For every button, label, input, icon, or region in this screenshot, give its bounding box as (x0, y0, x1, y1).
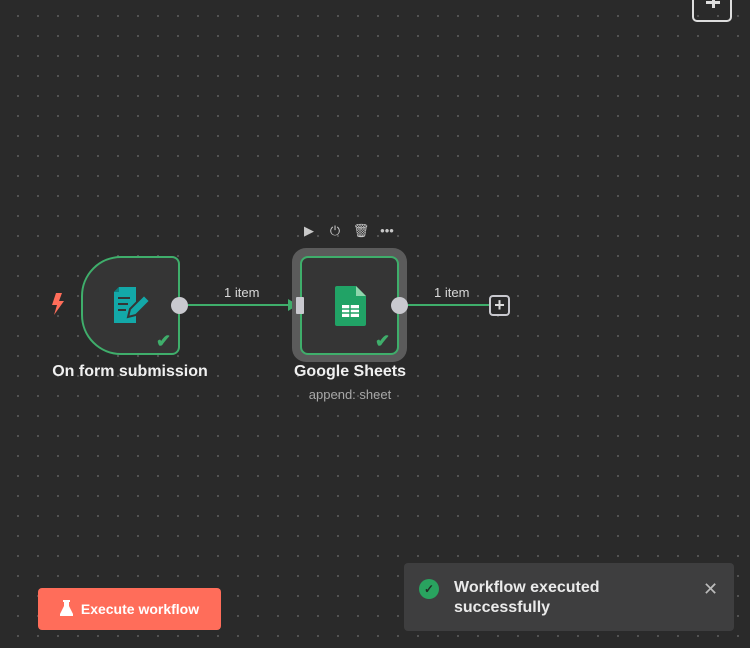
node-label: Google Sheets (293, 363, 407, 380)
add-next-node-button[interactable]: + (489, 295, 510, 316)
close-icon[interactable]: ✕ (703, 579, 718, 600)
more-icon[interactable]: ••• (374, 223, 400, 238)
form-edit-icon (114, 287, 152, 328)
execute-workflow-button[interactable]: Execute workflow (38, 588, 221, 630)
node-on-form-submission[interactable]: ✔ (81, 256, 180, 355)
input-handle[interactable] (296, 297, 304, 314)
lightning-icon (50, 292, 66, 321)
toast-notification: ✓ Workflow executed successfully ✕ (404, 563, 734, 631)
google-sheets-icon (335, 286, 366, 331)
success-circle-icon: ✓ (419, 579, 439, 599)
edge-label: 1 item (434, 285, 470, 300)
toast-message: Workflow executed successfully (454, 579, 600, 616)
output-handle[interactable] (391, 297, 408, 314)
node-label: On form submission (52, 363, 208, 380)
flask-icon (59, 599, 73, 619)
success-check-icon: ✔ (156, 331, 172, 351)
success-check-icon: ✔ (375, 331, 391, 351)
output-handle[interactable] (171, 297, 188, 314)
edge-label: 1 item (224, 285, 260, 300)
play-icon[interactable]: ▶ (296, 223, 322, 239)
node-toolbar: ▶ ⏻ 🗑 ••• (296, 222, 400, 240)
power-icon[interactable]: ⏻ (322, 223, 348, 239)
node-subtitle: append: sheet (308, 387, 392, 402)
trash-icon[interactable]: 🗑 (348, 223, 374, 239)
node-google-sheets[interactable]: ✔ (300, 256, 399, 355)
execute-workflow-label: Execute workflow (80, 601, 200, 617)
